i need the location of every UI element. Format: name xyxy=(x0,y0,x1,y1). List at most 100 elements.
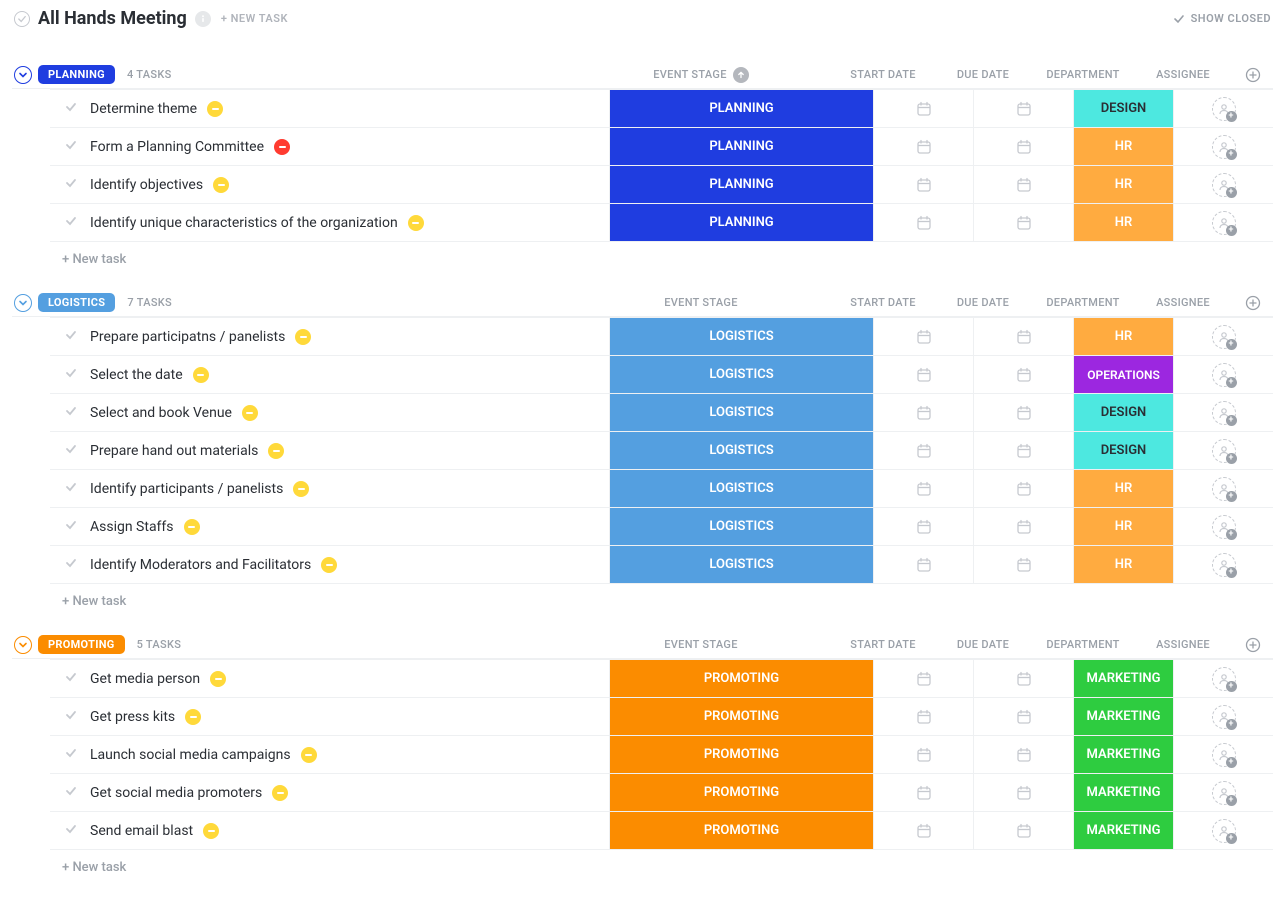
task-main[interactable]: Get press kits xyxy=(50,698,609,735)
department-cell[interactable]: HR xyxy=(1073,470,1173,507)
complete-checkbox[interactable] xyxy=(62,556,80,574)
complete-checkbox[interactable] xyxy=(62,708,80,726)
complete-checkbox[interactable] xyxy=(62,518,80,536)
due-date-cell[interactable] xyxy=(973,812,1073,849)
due-date-cell[interactable] xyxy=(973,318,1073,355)
task-row[interactable]: Prepare participatns / panelists LOGISTIC… xyxy=(50,318,1273,356)
event-stage-cell[interactable]: LOGISTICS xyxy=(609,394,873,431)
assignee-placeholder-icon[interactable]: + xyxy=(1212,401,1236,425)
col-header-department[interactable]: DEPARTMENT xyxy=(1033,638,1133,651)
sort-asc-icon[interactable] xyxy=(733,67,749,83)
add-column-button[interactable] xyxy=(1233,295,1273,311)
assignee-cell[interactable]: + xyxy=(1173,508,1273,545)
task-main[interactable]: Launch social media campaigns xyxy=(50,736,609,773)
start-date-cell[interactable] xyxy=(873,356,973,393)
col-header-start[interactable]: START DATE xyxy=(833,68,933,81)
due-date-cell[interactable] xyxy=(973,698,1073,735)
task-row[interactable]: Identify objectivesPLANNINGHR+ xyxy=(50,166,1273,204)
due-date-cell[interactable] xyxy=(973,660,1073,697)
event-stage-cell[interactable]: PROMOTING xyxy=(609,736,873,773)
task-row[interactable]: Assign StaffsLOGISTICSHR+ xyxy=(50,508,1273,546)
col-header-start[interactable]: START DATE xyxy=(833,296,933,309)
complete-checkbox[interactable] xyxy=(62,366,80,384)
assignee-placeholder-icon[interactable]: + xyxy=(1212,553,1236,577)
priority-flag-icon[interactable] xyxy=(193,367,209,383)
col-header-department[interactable]: DEPARTMENT xyxy=(1033,296,1133,309)
task-title[interactable]: Launch social media campaigns xyxy=(90,747,291,763)
task-row[interactable]: Identify unique characteristics of the o… xyxy=(50,204,1273,242)
task-row[interactable]: Determine themePLANNINGDESIGN+ xyxy=(50,90,1273,128)
priority-flag-icon[interactable] xyxy=(301,747,317,763)
event-stage-cell[interactable]: PLANNING xyxy=(609,166,873,203)
new-task-row[interactable]: + New task xyxy=(50,242,1273,271)
task-row[interactable]: Send email blastPROMOTINGMARKETING+ xyxy=(50,812,1273,850)
complete-checkbox[interactable] xyxy=(62,670,80,688)
department-cell[interactable]: HR xyxy=(1073,508,1173,545)
event-stage-cell[interactable]: PLANNING xyxy=(609,90,873,127)
assignee-cell[interactable]: + xyxy=(1173,736,1273,773)
collapse-toggle[interactable] xyxy=(14,294,32,312)
department-cell[interactable]: DESIGN xyxy=(1073,432,1173,469)
priority-flag-icon[interactable] xyxy=(268,443,284,459)
assignee-cell[interactable]: + xyxy=(1173,698,1273,735)
assignee-placeholder-icon[interactable]: + xyxy=(1212,363,1236,387)
event-stage-cell[interactable]: LOGISTICS xyxy=(609,318,873,355)
assignee-cell[interactable]: + xyxy=(1173,774,1273,811)
assignee-cell[interactable]: + xyxy=(1173,432,1273,469)
priority-flag-icon[interactable] xyxy=(293,481,309,497)
assignee-cell[interactable]: + xyxy=(1173,660,1273,697)
department-cell[interactable]: DESIGN xyxy=(1073,394,1173,431)
assignee-cell[interactable]: + xyxy=(1173,546,1273,583)
task-title[interactable]: Identify objectives xyxy=(90,177,203,193)
event-stage-cell[interactable]: PLANNING xyxy=(609,128,873,165)
collapse-toggle[interactable] xyxy=(14,66,32,84)
due-date-cell[interactable] xyxy=(973,774,1073,811)
due-date-cell[interactable] xyxy=(973,356,1073,393)
task-row[interactable]: Select and book VenueLOGISTICSDESIGN+ xyxy=(50,394,1273,432)
complete-checkbox[interactable] xyxy=(62,100,80,118)
assignee-cell[interactable]: + xyxy=(1173,318,1273,355)
assignee-cell[interactable]: + xyxy=(1173,204,1273,241)
start-date-cell[interactable] xyxy=(873,128,973,165)
group-pill[interactable]: LOGISTICS xyxy=(38,293,115,312)
task-main[interactable]: Identify objectives xyxy=(50,166,609,203)
start-date-cell[interactable] xyxy=(873,90,973,127)
priority-flag-icon[interactable] xyxy=(272,785,288,801)
task-row[interactable]: Select the dateLOGISTICSOPERATIONS+ xyxy=(50,356,1273,394)
department-cell[interactable]: DESIGN xyxy=(1073,90,1173,127)
task-main[interactable]: Prepare participatns / panelists xyxy=(50,318,609,355)
col-header-due[interactable]: DUE DATE xyxy=(933,638,1033,651)
task-main[interactable]: Identify unique characteristics of the o… xyxy=(50,204,609,241)
complete-checkbox[interactable] xyxy=(62,480,80,498)
due-date-cell[interactable] xyxy=(973,90,1073,127)
department-cell[interactable]: HR xyxy=(1073,204,1173,241)
due-date-cell[interactable] xyxy=(973,432,1073,469)
assignee-placeholder-icon[interactable]: + xyxy=(1212,477,1236,501)
assignee-cell[interactable]: + xyxy=(1173,394,1273,431)
start-date-cell[interactable] xyxy=(873,736,973,773)
task-main[interactable]: Get social media promoters xyxy=(50,774,609,811)
assignee-placeholder-icon[interactable]: + xyxy=(1212,667,1236,691)
complete-checkbox[interactable] xyxy=(62,404,80,422)
task-title[interactable]: Prepare participatns / panelists xyxy=(90,329,285,345)
start-date-cell[interactable] xyxy=(873,166,973,203)
due-date-cell[interactable] xyxy=(973,128,1073,165)
department-cell[interactable]: OPERATIONS xyxy=(1073,356,1173,393)
event-stage-cell[interactable]: LOGISTICS xyxy=(609,470,873,507)
complete-checkbox[interactable] xyxy=(62,138,80,156)
event-stage-cell[interactable]: LOGISTICS xyxy=(609,432,873,469)
add-column-button[interactable] xyxy=(1233,67,1273,83)
event-stage-cell[interactable]: LOGISTICS xyxy=(609,546,873,583)
complete-checkbox[interactable] xyxy=(62,214,80,232)
task-title[interactable]: Identify Moderators and Facilitators xyxy=(90,557,311,573)
col-header-assignee[interactable]: ASSIGNEE xyxy=(1133,638,1233,651)
task-title[interactable]: Form a Planning Committee xyxy=(90,139,264,155)
col-header-assignee[interactable]: ASSIGNEE xyxy=(1133,296,1233,309)
col-header-start[interactable]: START DATE xyxy=(833,638,933,651)
assignee-cell[interactable]: + xyxy=(1173,128,1273,165)
task-row[interactable]: Get media personPROMOTINGMARKETING+ xyxy=(50,660,1273,698)
due-date-cell[interactable] xyxy=(973,546,1073,583)
complete-checkbox[interactable] xyxy=(62,746,80,764)
due-date-cell[interactable] xyxy=(973,470,1073,507)
department-cell[interactable]: MARKETING xyxy=(1073,812,1173,849)
